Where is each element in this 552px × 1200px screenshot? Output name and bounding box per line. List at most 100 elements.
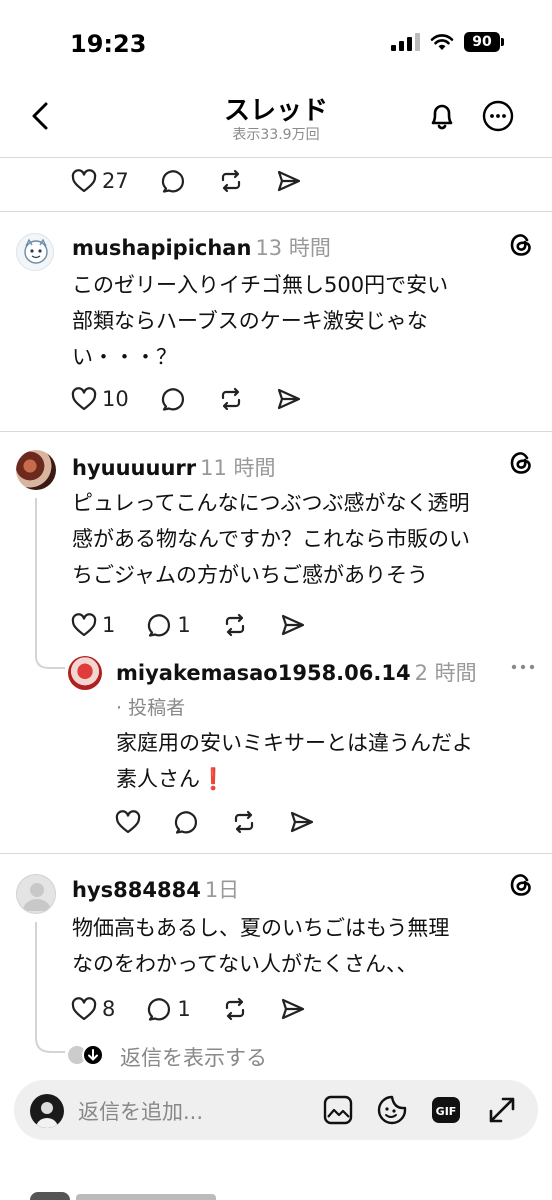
image-icon (323, 1095, 353, 1125)
reply-button[interactable] (172, 808, 200, 836)
post-body: このゼリー入りイチゴ無し500円で安い 部類ならハーブスのケーキ激安じゃな い・… (72, 267, 448, 375)
thread-line (35, 922, 37, 1032)
post-text-line: このゼリー入りイチゴ無し500円で安い (72, 273, 449, 297)
repost-icon (221, 387, 240, 411)
timestamp: 11 時間 (200, 456, 276, 480)
more-options-button[interactable] (478, 96, 518, 136)
reply-button[interactable] (159, 167, 187, 195)
repost-button[interactable] (230, 808, 258, 836)
more-horizontal-icon (482, 100, 514, 132)
expand-icon (489, 1097, 515, 1123)
comment-icon (174, 811, 198, 834)
repost-icon (221, 169, 240, 193)
reply-button[interactable]: 1 (145, 611, 191, 639)
post-text-line: ピュレってこんなにつぶつぶ感がなく透明 (72, 491, 470, 515)
avatar[interactable] (16, 233, 54, 271)
post-header: hys884884 1日 (72, 874, 239, 904)
share-button[interactable] (279, 995, 307, 1023)
send-icon (281, 614, 304, 636)
show-replies-label: 返信を表示する (120, 1046, 267, 1070)
timestamp: 13 時間 (255, 236, 331, 260)
gif-button[interactable]: GIF (430, 1094, 462, 1126)
reply-button[interactable]: 1 (145, 995, 191, 1023)
sticker-icon (377, 1095, 407, 1125)
avatar[interactable] (16, 874, 56, 914)
username[interactable]: mushapipichan (72, 236, 251, 260)
send-icon (277, 388, 300, 410)
post-text-line: 物価高もあるし、夏のいちごはもう無理 (72, 916, 450, 940)
more-dots-icon[interactable] (510, 660, 536, 674)
avatar[interactable] (68, 656, 102, 690)
like-button[interactable] (114, 808, 142, 836)
reply-count: 1 (177, 997, 191, 1021)
comment-icon (161, 170, 184, 193)
heart-icon (71, 387, 97, 411)
character-avatar-icon (24, 238, 48, 264)
share-button[interactable] (275, 385, 303, 413)
like-count: 8 (102, 997, 116, 1021)
post-divider (0, 853, 552, 854)
status-time: 19:23 (70, 30, 147, 58)
show-replies-button[interactable]: 返信を表示する (66, 1042, 306, 1070)
post-actions: 10 (70, 383, 333, 415)
repost-button[interactable] (217, 167, 245, 195)
post-text-line: 素人さん❗ (116, 767, 227, 791)
like-count: 1 (102, 613, 116, 637)
post-text-line: なのをわかってない人がたくさん、、 (72, 952, 418, 976)
repost-icon (234, 810, 254, 834)
reply-composer[interactable]: 返信を追加... GIF (14, 1080, 538, 1140)
share-button[interactable] (275, 167, 303, 195)
repost-icon (225, 613, 244, 637)
post-body: 物価高もあるし、夏のいちごはもう無理 なのをわかってない人がたくさん、、 (72, 910, 449, 982)
username[interactable]: hyuuuuurr (72, 456, 196, 480)
post-header: miyakemasao1958.06.14 2 時間 (116, 657, 477, 687)
status-bar: 19:23 90 (0, 0, 552, 88)
avatar (30, 1094, 64, 1128)
post-actions: 8 1 (70, 993, 337, 1025)
battery-icon: 90 (464, 32, 504, 52)
post-header: mushapipichan 13 時間 (72, 232, 331, 262)
like-count: 27 (102, 169, 129, 193)
share-button[interactable] (288, 808, 316, 836)
threads-logo-icon (510, 452, 531, 474)
post-header: hyuuuuurr 11 時間 (72, 452, 276, 482)
repost-icon (225, 997, 244, 1021)
view-count: 表示33.9万回 (232, 127, 320, 143)
username[interactable]: hys884884 (72, 878, 201, 902)
page-title: スレッド (223, 96, 328, 126)
like-button[interactable]: 10 (70, 385, 129, 413)
like-button[interactable]: 1 (70, 611, 115, 639)
reply-input[interactable]: 返信を追加... (78, 1096, 203, 1126)
repost-button[interactable] (221, 995, 249, 1023)
sticker-button[interactable] (376, 1094, 408, 1126)
post-text-line: ちごジャムの方がいちご感がありそう (72, 563, 428, 587)
timestamp: 2 時間 (414, 661, 477, 685)
like-button[interactable]: 27 (70, 167, 129, 195)
heart-icon (115, 810, 141, 834)
image-button[interactable] (322, 1094, 354, 1126)
post-actions (114, 806, 346, 838)
like-button[interactable]: 8 (70, 995, 115, 1023)
thread-connector (35, 1028, 65, 1053)
expand-button[interactable] (486, 1094, 518, 1126)
post-text-line: 部類ならハーブスのケーキ激安じゃな (72, 309, 428, 333)
send-icon (277, 170, 300, 192)
repost-button[interactable] (217, 385, 245, 413)
previous-post-actions: 27 (70, 165, 333, 197)
comment-icon (148, 614, 171, 637)
repost-button[interactable] (221, 611, 249, 639)
post-text-line: 感がある物なんですか？これなら市販のい (72, 527, 470, 551)
post-body: ピュレってこんなにつぶつぶ感がなく透明 感がある物なんですか？これなら市販のい … (72, 485, 470, 593)
share-button[interactable] (279, 611, 307, 639)
avatar[interactable] (16, 450, 56, 490)
notification-button[interactable] (422, 96, 462, 136)
post-actions: 1 1 (70, 609, 337, 641)
like-count: 10 (102, 387, 129, 411)
svg-text:GIF: GIF (436, 1105, 457, 1118)
reply-button[interactable] (159, 385, 187, 413)
send-icon (281, 998, 304, 1020)
post-divider (0, 211, 552, 212)
username[interactable]: miyakemasao1958.06.14 (116, 661, 411, 685)
next-post-peek (0, 1180, 552, 1200)
status-icons: 90 (391, 32, 504, 52)
